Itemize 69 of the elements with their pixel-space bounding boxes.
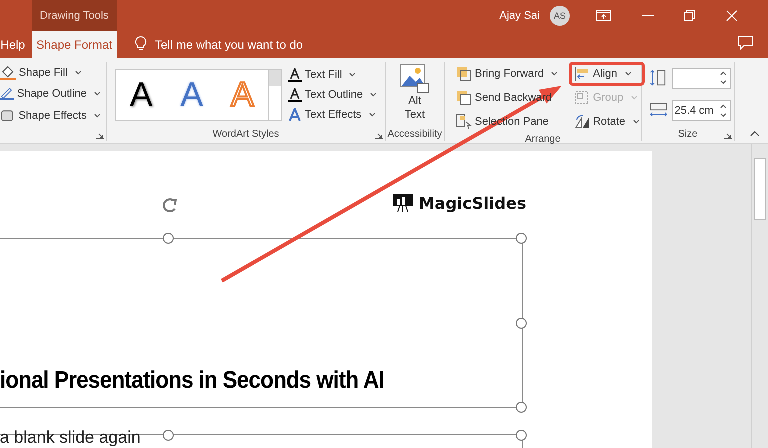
ribbon-button[interactable]: Rotate [569,110,644,134]
vertical-scrollbar[interactable] [751,144,768,448]
ribbon-tab[interactable]: Help [0,31,32,58]
caret-icon [370,92,378,96]
arrange-icon [456,114,472,130]
ribbon-button[interactable]: Text Effects [286,104,378,124]
text-style-icon [288,108,302,122]
picture-icon [400,64,430,94]
ribbon-button[interactable]: Text Fill [286,64,358,84]
lightbulb-icon [135,36,147,52]
slide-subtitle: a blank slide again [0,428,141,448]
caret-icon [94,114,101,118]
resize-handle[interactable] [163,233,174,244]
presentation-board-icon [392,193,414,213]
user-name: Ajay Sai [500,10,540,22]
ribbon-button[interactable]: Text Outline [286,84,380,104]
collapse-ribbon-icon[interactable] [750,131,760,137]
context-tab-label: Drawing Tools [32,0,117,31]
shape-style-icon [0,87,14,102]
ribbon-button[interactable]: Align [569,62,644,86]
arrange-icon [456,66,472,82]
dialog-launcher-icon[interactable] [96,131,104,139]
slide-title: ional Presentations in Seconds with AI [0,367,384,395]
wordart-style[interactable]: A [180,78,204,112]
dialog-launcher-icon[interactable] [724,131,732,139]
ribbon-button[interactable]: Shape Outline [0,84,103,104]
arrange-icon [574,66,590,82]
caret-icon [368,112,376,116]
ribbon-button[interactable]: Shape Fill [0,62,103,83]
group-label: Arrange [525,134,561,145]
logo-text: MagicSlides [419,194,526,212]
caret-icon [632,120,640,124]
resize-handle[interactable] [163,430,174,441]
wordart-style[interactable]: A [130,78,153,112]
comment-icon[interactable] [738,36,754,50]
spinner-arrows-icon[interactable] [720,71,727,86]
caret-icon [349,72,356,76]
caret-icon [624,72,632,76]
arrange-icon [574,114,590,130]
spinner-arrows-icon[interactable] [720,104,727,118]
tell-me-field[interactable]: Tell me what you want to do [155,31,375,58]
ribbon-button[interactable]: Bring Forward [451,62,564,86]
text-style-icon [288,88,302,102]
minimize-icon[interactable] [642,14,654,16]
height-field[interactable] [672,68,731,89]
width-field[interactable]: 25.4 cm [672,100,731,122]
restore-icon[interactable] [684,10,696,22]
arrange-icon [574,90,590,106]
close-icon[interactable] [726,10,738,22]
ribbon-display-icon[interactable] [596,10,612,22]
user-avatar[interactable]: AS [550,6,570,26]
arrange-icon [456,90,472,106]
alt-text-button[interactable]: Alt Text [396,64,434,127]
group-label: WordArt Styles [212,128,280,140]
caret-icon [94,92,101,96]
group-label: Size [678,128,698,140]
dialog-launcher-icon[interactable] [375,131,383,139]
gallery-scrollbar[interactable] [268,68,282,120]
resize-handle[interactable] [516,318,527,329]
group-label: Accessibility [388,128,442,140]
caret-icon [74,70,82,75]
caret-icon [630,96,638,100]
ribbon-button[interactable]: Shape Effects [0,106,103,126]
resize-handle[interactable] [516,233,527,244]
caret-icon [551,72,558,76]
ribbon-tab[interactable]: Shape Format [32,31,117,58]
resize-handle[interactable] [516,402,527,413]
resize-handle[interactable] [516,430,527,441]
text-style-icon [288,68,302,82]
